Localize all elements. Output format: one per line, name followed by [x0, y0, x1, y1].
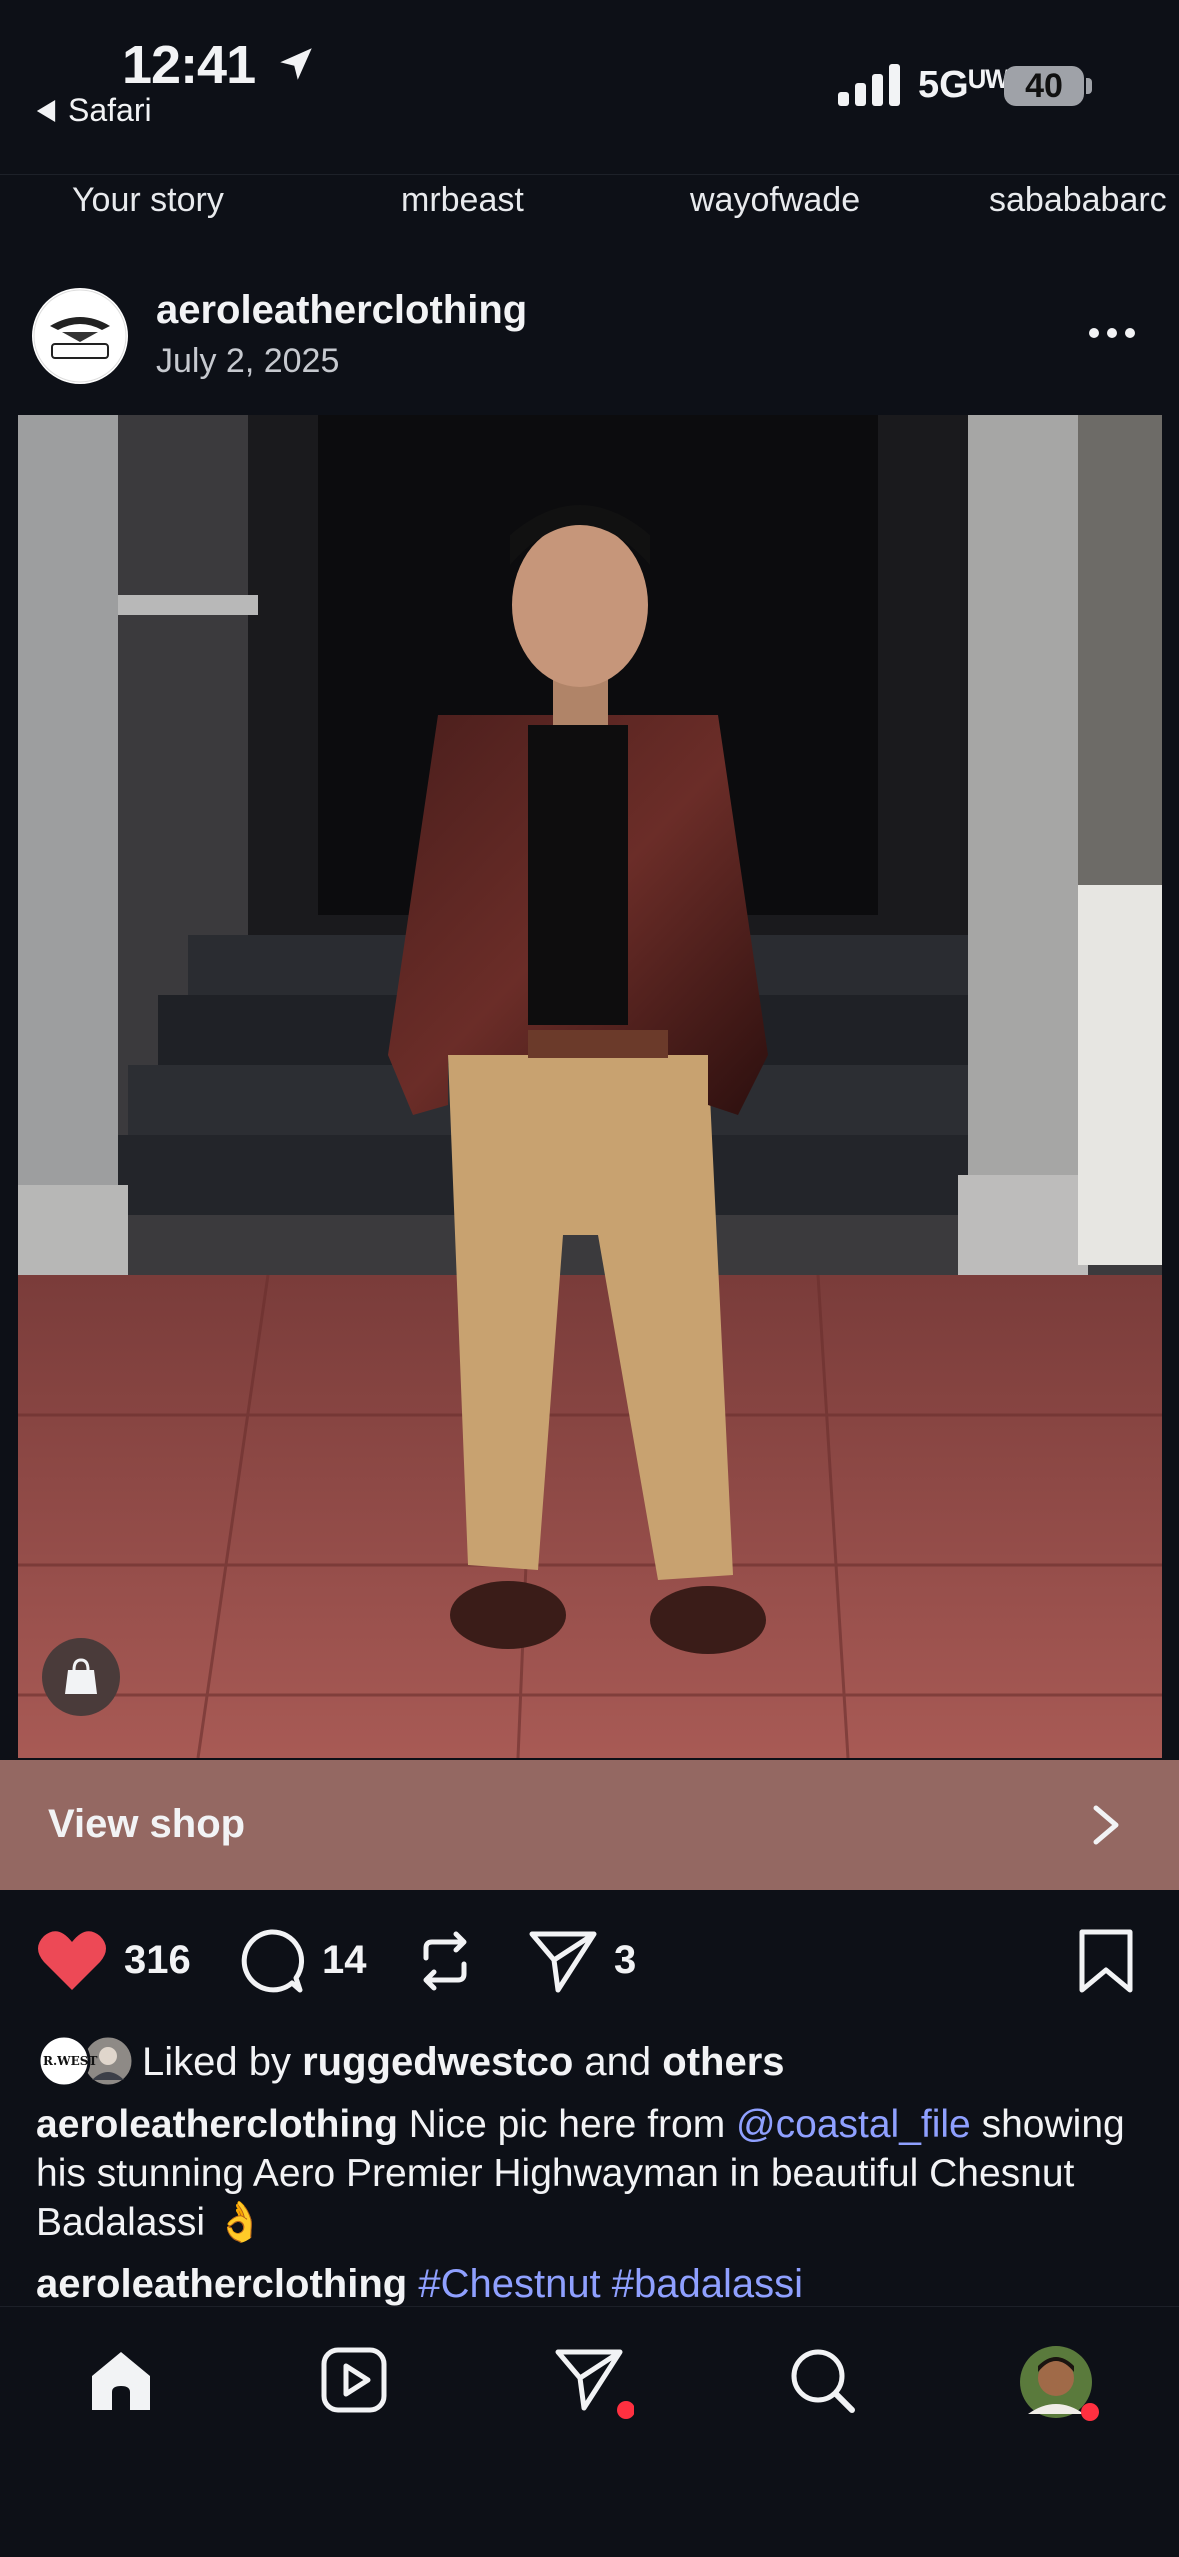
comment-count[interactable]: 14 — [322, 1938, 367, 1983]
search-icon[interactable] — [788, 2346, 858, 2416]
back-label: Safari — [68, 92, 152, 128]
post-caption: aeroleatherclothing Nice pic here from @… — [36, 2100, 1136, 2247]
back-triangle-icon — [36, 99, 56, 122]
ruggedwest-logo-text: R.WEST — [43, 2054, 98, 2068]
bookmark-icon[interactable] — [1078, 1928, 1134, 1994]
direct-icon[interactable] — [554, 2346, 634, 2422]
shopping-bag-icon — [65, 1658, 97, 1694]
story-wayofwade[interactable]: wayofwade — [690, 181, 860, 220]
back-to-safari-button[interactable]: Safari — [36, 92, 152, 129]
signal-icon — [838, 64, 900, 106]
shopping-bag-button[interactable] — [42, 1638, 120, 1716]
caption2-username[interactable]: aeroleatherclothing — [36, 2262, 407, 2306]
liked-by-text[interactable]: Liked by ruggedwestco and others — [142, 2040, 785, 2085]
battery-indicator: 40 — [1004, 66, 1084, 106]
network-type: 5Gᵁᵂ — [918, 64, 1010, 106]
notification-dot — [617, 2401, 634, 2419]
story-sabababarc[interactable]: sabababarc — [989, 181, 1167, 220]
post-date: July 2, 2025 — [156, 342, 340, 380]
profile-notification-dot — [1081, 2403, 1099, 2421]
reels-icon[interactable] — [320, 2346, 388, 2414]
send-icon[interactable] — [528, 1928, 598, 1994]
like-count[interactable]: 316 — [124, 1938, 191, 1983]
battery-tip — [1086, 78, 1092, 94]
author-avatar[interactable] — [32, 288, 128, 384]
story-your-story[interactable]: Your story — [72, 181, 224, 220]
caption-mention[interactable]: @coastal_file — [736, 2103, 971, 2146]
story-mrbeast[interactable]: mrbeast — [401, 181, 524, 220]
liked-by-avatars[interactable]: R.WEST — [36, 2034, 136, 2088]
stories-tray: Your story mrbeast wayofwade sabababarc — [0, 174, 1179, 229]
aero-logo-icon — [33, 289, 127, 383]
status-time: 12:41 — [122, 34, 317, 96]
caption-username[interactable]: aeroleatherclothing — [36, 2103, 398, 2146]
bottom-nav — [0, 2306, 1179, 2557]
chevron-right-icon — [1093, 1805, 1119, 1845]
location-arrow-icon — [280, 48, 312, 80]
liked-by-and: and — [584, 2040, 652, 2084]
home-icon[interactable] — [86, 2346, 156, 2416]
repost-icon[interactable] — [412, 1928, 478, 1994]
post-photo-illustration — [18, 415, 1162, 1758]
comment-icon[interactable] — [236, 1926, 306, 1996]
time-text: 12:41 — [122, 35, 256, 95]
caption-text-1: Nice pic here from — [408, 2103, 726, 2146]
more-icon[interactable] — [1086, 318, 1138, 348]
caption2-hashtags[interactable]: #Chestnut #badalassi — [418, 2262, 803, 2306]
view-shop-label: View shop — [48, 1802, 246, 1846]
post-caption-second: aeroleatherclothing #Chestnut #badalassi — [36, 2262, 803, 2307]
profile-icon[interactable] — [1018, 2344, 1102, 2424]
post-photo[interactable] — [18, 415, 1162, 1758]
liked-by-prefix: Liked by — [142, 2040, 291, 2084]
liked-by-user[interactable]: ruggedwestco — [302, 2040, 573, 2084]
liked-by-others[interactable]: others — [662, 2040, 784, 2084]
share-count[interactable]: 3 — [614, 1938, 636, 1983]
author-username[interactable]: aeroleatherclothing — [156, 288, 527, 333]
heart-icon[interactable] — [36, 1928, 108, 1992]
